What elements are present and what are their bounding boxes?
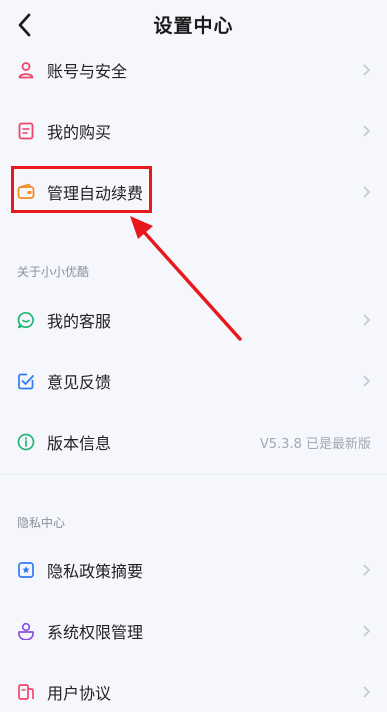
menu-item-label: 用户协议 bbox=[47, 684, 112, 703]
chevron-right-icon bbox=[363, 686, 371, 698]
menu-item-label: 账号与安全 bbox=[47, 62, 128, 81]
menu-item-label: 我的购买 bbox=[47, 123, 112, 142]
menu-item-account-security[interactable]: 账号与安全 bbox=[0, 50, 387, 90]
chat-bubble-icon bbox=[17, 311, 34, 329]
menu-item-label: 版本信息 bbox=[47, 434, 112, 453]
receipt-icon bbox=[18, 122, 34, 140]
chevron-right-icon bbox=[363, 625, 371, 637]
info-icon bbox=[17, 433, 35, 451]
menu-item-label: 意见反馈 bbox=[47, 373, 112, 392]
section-title-privacy: 隐私中心 bbox=[17, 516, 66, 530]
permission-icon bbox=[18, 622, 34, 640]
page-title: 设置中心 bbox=[153, 15, 234, 37]
highlight-box bbox=[11, 166, 152, 213]
menu-item-customer-service[interactable]: 我的客服 bbox=[0, 300, 387, 340]
menu-item-label: 我的客服 bbox=[47, 312, 112, 331]
section-title-about: 关于小小优酷 bbox=[17, 265, 90, 279]
menu-item-version-info[interactable]: 版本信息 V5.3.8 已是最新版 bbox=[0, 422, 387, 462]
menu-item-my-purchases[interactable]: 我的购买 bbox=[0, 111, 387, 151]
menu-item-privacy-summary[interactable]: 隐私政策摘要 bbox=[0, 550, 387, 590]
chevron-right-icon bbox=[363, 314, 371, 326]
chevron-right-icon bbox=[363, 125, 371, 137]
menu-item-label: 隐私政策摘要 bbox=[47, 562, 144, 581]
shield-star-icon bbox=[18, 562, 34, 578]
chevron-right-icon bbox=[363, 375, 371, 387]
menu-item-user-agreement[interactable]: 用户协议 bbox=[0, 672, 387, 712]
checkbox-icon bbox=[18, 373, 34, 390]
menu-item-label: 系统权限管理 bbox=[47, 623, 144, 642]
version-status: V5.3.8 已是最新版 bbox=[259, 437, 371, 452]
divider bbox=[0, 474, 387, 475]
menu-item-system-permissions[interactable]: 系统权限管理 bbox=[0, 611, 387, 651]
chevron-right-icon bbox=[363, 186, 371, 198]
header: 设置中心 bbox=[0, 0, 387, 50]
document-icon bbox=[18, 684, 34, 700]
chevron-right-icon bbox=[363, 64, 371, 76]
chevron-right-icon bbox=[363, 564, 371, 576]
menu-item-feedback[interactable]: 意见反馈 bbox=[0, 361, 387, 401]
user-icon bbox=[18, 62, 34, 79]
annotation-arrow bbox=[130, 216, 242, 341]
